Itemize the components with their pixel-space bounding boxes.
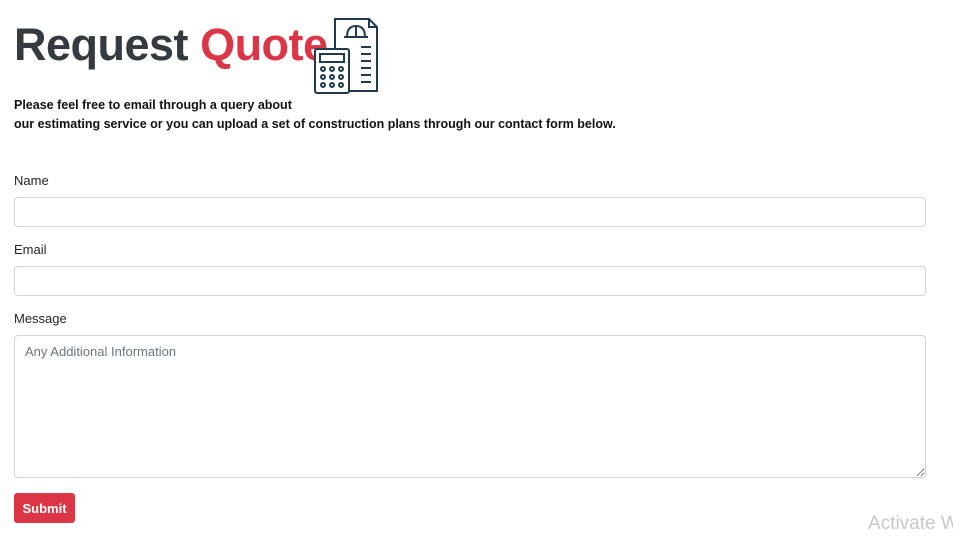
message-textarea[interactable] (14, 335, 926, 478)
calculator-document-icon (313, 17, 379, 95)
message-label: Message (14, 311, 67, 326)
activate-windows-watermark: Activate W (868, 513, 953, 534)
intro-line-1: Please feel free to email through a quer… (14, 98, 292, 112)
name-input[interactable] (14, 197, 926, 227)
email-label: Email (14, 242, 47, 257)
quote-page: Request Quote Please feel free to email … (0, 0, 953, 537)
submit-button[interactable]: Submit (14, 493, 75, 523)
title-main: Request (14, 19, 189, 70)
page-title: Request Quote (14, 16, 328, 74)
page-header: Request Quote (14, 16, 378, 96)
intro-line-2: our estimating service or you can upload… (14, 117, 616, 131)
title-accent: Quote (200, 19, 328, 70)
intro-text: Please feel free to email through a quer… (14, 96, 914, 134)
email-input[interactable] (14, 266, 926, 296)
name-label: Name (14, 173, 49, 188)
